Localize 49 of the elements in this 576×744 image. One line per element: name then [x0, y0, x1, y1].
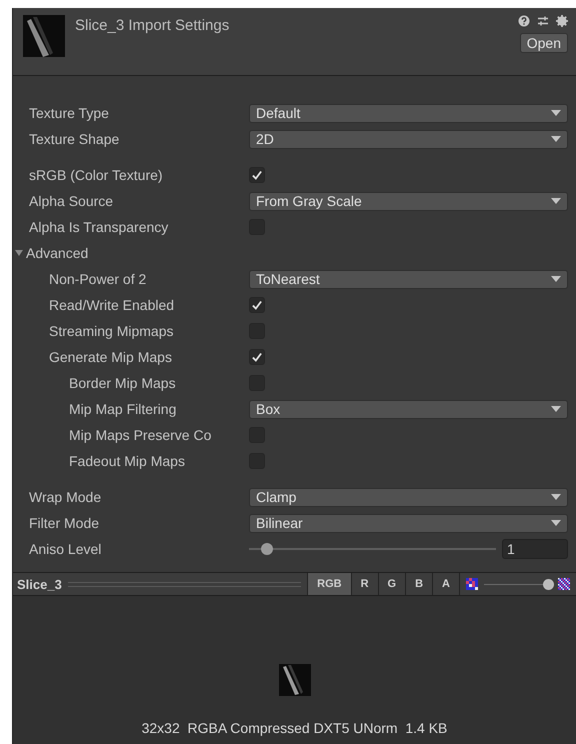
caret-icon	[551, 520, 561, 526]
preview-name: Slice_3	[16, 576, 63, 592]
dropdown[interactable]: 2D	[249, 130, 568, 149]
field-label: Generate Mip Maps	[49, 349, 172, 366]
field-label: Non-Power of 2	[49, 271, 146, 288]
checkbox[interactable]	[249, 297, 265, 314]
input-field[interactable]: 1	[502, 539, 568, 560]
texture-preview	[278, 664, 310, 696]
settings-icon[interactable]	[556, 15, 568, 27]
field-label: sRGB (Color Texture)	[29, 167, 163, 184]
dropdown[interactable]: ToNearest	[249, 270, 568, 289]
caret-icon	[551, 136, 561, 142]
dropdown[interactable]: Clamp	[249, 488, 568, 507]
checkbox[interactable]	[249, 167, 265, 184]
field-label: Border Mip Maps	[69, 375, 176, 392]
field-label: Streaming Mipmaps	[49, 323, 174, 340]
caret-icon	[551, 110, 561, 116]
field-label: Alpha Source	[29, 193, 114, 210]
large-mip-icon	[558, 578, 570, 590]
field-label: Texture Type	[29, 105, 109, 122]
small-mip-icon	[466, 578, 478, 590]
dropdown[interactable]: Box	[249, 400, 568, 419]
window-title: Slice_3 Import Settings	[75, 16, 230, 34]
caret-icon	[551, 406, 561, 412]
sliders-icon[interactable]	[537, 15, 549, 27]
texture-info: 32x32 RGBA Compressed DXT5 UNorm 1.4 KB	[142, 720, 448, 736]
caret-icon	[551, 276, 561, 282]
open-button[interactable]: Open	[520, 33, 568, 53]
dropdown[interactable]: Default	[249, 104, 568, 123]
field-label: Mip Map Filtering	[69, 401, 176, 418]
field-label: Wrap Mode	[29, 489, 102, 506]
field-label: Mip Maps Preserve Co	[69, 427, 212, 444]
slider-handle[interactable]	[542, 578, 554, 590]
field-label: Read/Write Enabled	[49, 297, 174, 314]
dropdown[interactable]: Bilinear	[249, 514, 568, 533]
checkbox[interactable]	[249, 349, 265, 366]
channel-tab[interactable]: RGB	[307, 573, 351, 596]
field-label: Alpha Is Transparency	[29, 219, 168, 236]
foldout-header[interactable]: Advanced	[15, 245, 88, 262]
dropdown[interactable]: From Gray Scale	[249, 192, 568, 211]
help-icon[interactable]	[518, 15, 530, 27]
field-label: Fadeout Mip Maps	[69, 453, 185, 470]
caret-icon	[551, 494, 561, 500]
field-label: Filter Mode	[29, 515, 100, 532]
field-label: Aniso Level	[29, 541, 102, 558]
field-label: Texture Shape	[29, 131, 120, 148]
caret-icon	[551, 198, 561, 204]
texture-thumbnail	[23, 15, 65, 57]
slider-handle[interactable]	[261, 543, 274, 556]
